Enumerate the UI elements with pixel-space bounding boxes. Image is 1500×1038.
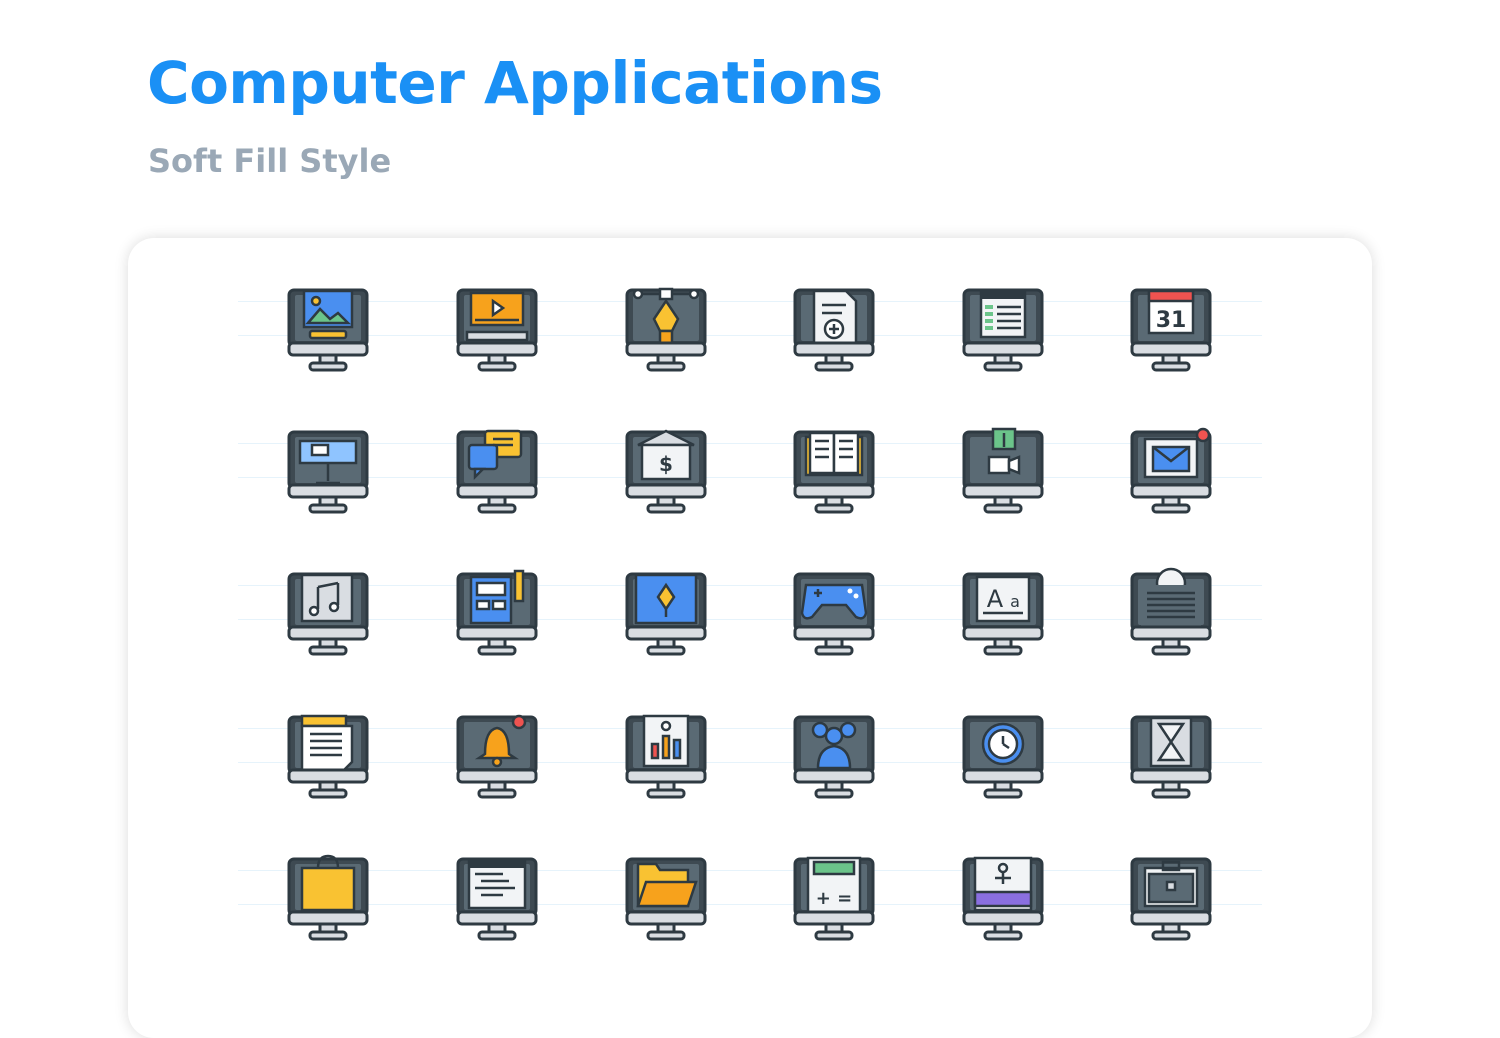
email-icon bbox=[1129, 416, 1213, 516]
shopping-bag-icon bbox=[286, 843, 370, 943]
calculator-icon: + = bbox=[792, 843, 876, 943]
chat-icon bbox=[455, 416, 539, 516]
guide-line bbox=[238, 904, 1262, 905]
guide-line bbox=[238, 619, 1262, 620]
design-tools-icon bbox=[455, 558, 539, 658]
svg-text:+ =: + = bbox=[816, 888, 852, 909]
page-title: Computer Applications bbox=[147, 49, 883, 117]
image-editor-icon bbox=[286, 274, 370, 374]
ebook-icon bbox=[792, 416, 876, 516]
music-icon bbox=[286, 558, 370, 658]
settings-icon bbox=[1129, 558, 1213, 658]
guide-line bbox=[238, 870, 1262, 871]
presentation-icon bbox=[286, 416, 370, 516]
video-upload-icon bbox=[961, 416, 1045, 516]
analytics-icon bbox=[624, 701, 708, 801]
guide-line bbox=[238, 728, 1262, 729]
group-users-icon bbox=[792, 701, 876, 801]
font-icon: A a bbox=[961, 558, 1045, 658]
hourglass-icon bbox=[1129, 701, 1213, 801]
svg-text:$: $ bbox=[659, 452, 673, 476]
video-player-icon bbox=[455, 274, 539, 374]
gamepad-icon bbox=[792, 558, 876, 658]
code-editor-icon bbox=[455, 843, 539, 943]
notes-icon bbox=[286, 701, 370, 801]
svg-text:A: A bbox=[987, 585, 1004, 613]
alarm-clock-icon bbox=[961, 701, 1045, 801]
svg-text:a: a bbox=[1010, 592, 1020, 611]
notification-bell-icon bbox=[455, 701, 539, 801]
folder-icon bbox=[624, 843, 708, 943]
spreadsheet-icon bbox=[961, 274, 1045, 374]
guide-line bbox=[238, 477, 1262, 478]
calendar-day-label: 31 bbox=[1156, 308, 1187, 333]
guide-line bbox=[238, 335, 1262, 336]
briefcase-icon bbox=[1129, 843, 1213, 943]
guide-line bbox=[238, 762, 1262, 763]
icon-grid-card: 31 $ A a + = bbox=[128, 238, 1372, 1038]
page-subtitle: Soft Fill Style bbox=[148, 142, 392, 180]
guide-line bbox=[238, 301, 1262, 302]
guide-line bbox=[238, 443, 1262, 444]
add-document-icon bbox=[792, 274, 876, 374]
guide-line bbox=[238, 585, 1262, 586]
calendar-icon: 31 bbox=[1129, 274, 1213, 374]
tutorial-icon bbox=[961, 843, 1045, 943]
pen-tool-icon bbox=[624, 274, 708, 374]
blueprint-icon bbox=[624, 558, 708, 658]
bank-icon: $ bbox=[624, 416, 708, 516]
